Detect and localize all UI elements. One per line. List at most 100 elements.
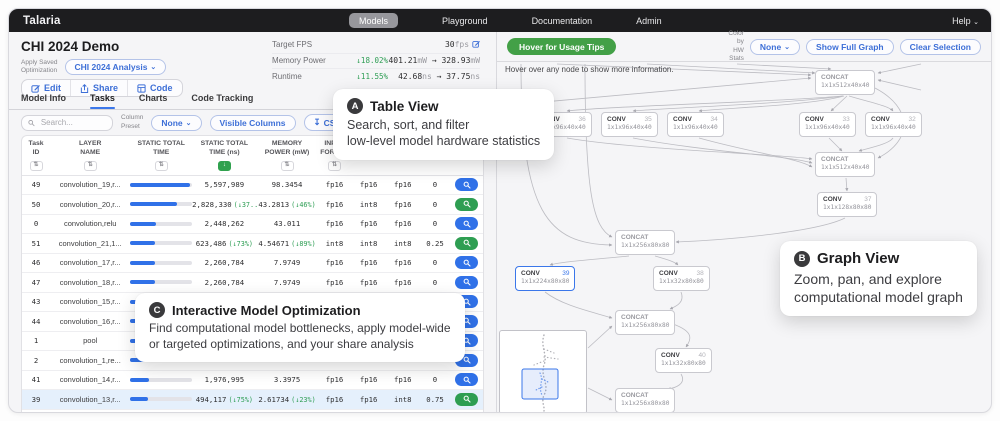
task-id-cell: 47	[22, 278, 50, 287]
format-cell: fp16	[317, 395, 351, 404]
graph-node-concat[interactable]: CONCAT1x1x256x80x80	[615, 230, 675, 255]
sort-button[interactable]: ⇅	[30, 161, 43, 171]
format-cell: fp16	[317, 200, 351, 209]
color-by-dropdown[interactable]: None ⌄	[750, 39, 800, 55]
sort-button[interactable]: ↓	[218, 161, 231, 171]
model-stats: Target FPS30fpsMemory Power↓18.02%401.21…	[272, 37, 480, 84]
inspect-row-button[interactable]	[455, 412, 478, 413]
magnifier-icon	[463, 239, 471, 247]
inspect-row-button[interactable]	[455, 217, 478, 230]
sort-button[interactable]: ⇅	[84, 161, 97, 171]
graph-node-conv-37[interactable]: CONV371x1x128x80x80	[817, 192, 877, 217]
table-row[interactable]: 47convolution_18,r...2,260,7847.9749fp16…	[22, 273, 483, 293]
time-bar-fill	[130, 183, 190, 187]
node-dims: 1x1x32x80x80	[661, 360, 706, 369]
tab-charts[interactable]: Charts	[139, 93, 168, 109]
format-cell: fp16	[352, 395, 386, 404]
time-bar-cell	[130, 280, 192, 284]
tab-code-tracking[interactable]: Code Tracking	[191, 93, 253, 109]
graph-node-conv-39[interactable]: CONV391x1x224x80x80	[515, 266, 575, 291]
visible-columns-button[interactable]: Visible Columns	[210, 115, 296, 131]
saved-optimization-dropdown[interactable]: CHI 2024 Analysis ⌄	[65, 59, 167, 75]
graph-minimap[interactable]	[499, 330, 587, 413]
table-row[interactable]: 0convolution,relu2,448,26243.011fp16fp16…	[22, 215, 483, 235]
node-title: CONV	[521, 269, 540, 278]
inspect-row-button[interactable]	[455, 178, 478, 191]
stat-row-runtime: Runtime↓11.55%42.68ns → 37.75ns	[272, 68, 480, 84]
inspect-row-button[interactable]	[455, 373, 478, 386]
inspect-row-button[interactable]	[455, 256, 478, 269]
layer-name-cell: pool	[50, 336, 130, 345]
time-bar-cell	[130, 378, 192, 382]
node-dims: 1x1x96x40x40	[871, 124, 916, 133]
table-row[interactable]: 50convolution_20,r...2,828,330(↓37...43.…	[22, 195, 483, 215]
graph-node-concat[interactable]: CONCAT1x1x256x80x80	[615, 388, 675, 413]
table-row[interactable]: 41convolution_14,r...1,976,9953.3975fp16…	[22, 371, 483, 391]
sort-button[interactable]: ⇅	[281, 161, 294, 171]
column-header-task-id[interactable]: TaskID⇅	[22, 140, 50, 171]
inspect-row-button[interactable]	[455, 276, 478, 289]
node-title: CONV	[673, 115, 692, 124]
column-header-layer-name[interactable]: LAYERNAME⇅	[50, 140, 130, 171]
nav-item-documentation[interactable]: Documentation	[532, 16, 593, 26]
table-row[interactable]: 51convolution_21,1...623,486(↓73%)4.5467…	[22, 234, 483, 254]
column-header-static-total-time-ns[interactable]: STATIC TOTALTIME (ns)↓	[192, 140, 257, 171]
sort-button[interactable]: ⇅	[328, 161, 341, 171]
table-row[interactable]: 39convolution_13,r...494,117(↓75%)2.6173…	[22, 390, 483, 410]
inspect-row-button[interactable]	[455, 198, 478, 211]
format-cell: fp16	[317, 219, 351, 228]
time-bar-track	[130, 222, 192, 226]
stat-delta: ↓18.02%	[344, 56, 388, 65]
help-menu[interactable]: Help ⌄	[952, 16, 979, 26]
show-full-graph-button[interactable]: Show Full Graph	[806, 39, 894, 55]
graph-canvas[interactable]: Hover over any node to show more informa…	[497, 62, 991, 413]
table-row[interactable]: 48convolution_tran...1,151,3807.00110fp1…	[22, 410, 483, 413]
graph-node-conv-38[interactable]: CONV381x1x32x80x80	[653, 266, 710, 291]
column-label: ID	[22, 149, 50, 158]
clear-selection-button[interactable]: Clear Selection	[900, 39, 981, 55]
nav-item-playground[interactable]: Playground	[442, 16, 488, 26]
tab-model-info[interactable]: Model Info	[21, 93, 66, 109]
format-cell: fp16	[386, 258, 420, 267]
apply-saved-optimization-label: Apply Saved Optimization	[21, 59, 58, 76]
graph-node-conv-40[interactable]: CONV401x1x32x80x80	[655, 348, 712, 373]
nav-item-models[interactable]: Models	[349, 13, 398, 28]
node-dims: 1x1x96x40x40	[673, 124, 718, 133]
time-bar-track	[130, 261, 192, 265]
graph-node-conv-34[interactable]: CONV341x1x96x40x40	[667, 112, 724, 137]
format-cell: fp16	[317, 375, 351, 384]
static-time-cell: 2,260,784	[192, 258, 257, 267]
column-preset-dropdown[interactable]: None ⌄	[151, 115, 201, 131]
column-label: MEMORY	[257, 140, 318, 149]
stat-value: 42.68ns → 37.75ns	[388, 72, 480, 81]
inspect-row-button[interactable]	[455, 393, 478, 406]
sort-button[interactable]: ⇅	[155, 161, 168, 171]
stat-label: Runtime	[272, 72, 344, 81]
column-preset-label: Column Preset	[121, 114, 143, 131]
column-header-static-total-time[interactable]: STATIC TOTALTIME⇅	[130, 140, 192, 171]
graph-node-conv-32[interactable]: CONV321x1x96x40x40	[865, 112, 922, 137]
table-row[interactable]: 49convolution_19,r...5,597,98998.3454fp1…	[22, 176, 483, 196]
column-label: TIME (ns)	[192, 149, 257, 158]
static-time-cell: 2,260,784	[192, 278, 257, 287]
graph-node-conv-35[interactable]: CONV351x1x96x40x40	[601, 112, 658, 137]
nav-item-admin[interactable]: Admin	[636, 16, 662, 26]
table-row[interactable]: 46convolution_17,r...2,260,7847.9749fp16…	[22, 254, 483, 274]
column-header-memory-power-mw[interactable]: MEMORYPOWER (mW)⇅	[257, 140, 318, 171]
search-input[interactable]	[39, 117, 106, 128]
static-time-cell: 5,597,989	[192, 180, 257, 189]
graph-node-concat[interactable]: CONCAT1x1x512x40x40	[815, 70, 875, 95]
graph-node-conv-33[interactable]: CONV331x1x96x40x40	[799, 112, 856, 137]
graph-node-concat[interactable]: CONCAT1x1x512x40x40	[815, 152, 875, 177]
tab-tasks[interactable]: Tasks	[90, 93, 115, 109]
edit-fps-icon[interactable]	[472, 40, 480, 48]
task-id-cell: 2	[22, 356, 50, 365]
usage-tips-button[interactable]: Hover for Usage Tips	[507, 38, 616, 55]
layer-name-cell: convolution_20,r...	[50, 200, 130, 209]
memory-power-cell: 7.9749	[257, 278, 318, 287]
magnifier-icon	[463, 376, 471, 384]
inspect-row-button[interactable]	[455, 237, 478, 250]
graph-node-concat[interactable]: CONCAT1x1x256x80x80	[615, 310, 675, 335]
node-header: CONV35	[607, 115, 652, 124]
callout-interactive-optimization: C Interactive Model Optimization Find co…	[135, 293, 465, 362]
